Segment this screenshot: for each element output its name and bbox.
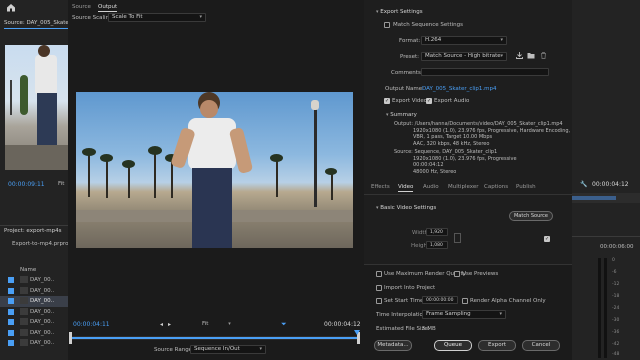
- source-timecode[interactable]: 00:00:09:11: [8, 181, 45, 188]
- match-source-dimensions-checkbox[interactable]: [544, 236, 550, 242]
- set-start-timecode-checkbox[interactable]: [376, 298, 382, 304]
- project-panel-title[interactable]: Project: export-mp4s: [4, 228, 61, 234]
- export-audio-checkbox[interactable]: [426, 98, 432, 104]
- summary-source: Source: Sequence, DAY_005_Skater_clip1 1…: [394, 149, 517, 175]
- preset-select[interactable]: Match Source - High bitrate ▾: [421, 52, 507, 61]
- mark-out-icon[interactable]: ▸: [168, 321, 171, 328]
- tab-captions[interactable]: Captions: [484, 184, 508, 190]
- time-interpolation-select[interactable]: Frame Sampling ▾: [422, 310, 506, 319]
- format-select[interactable]: H.264 ▾: [421, 36, 507, 45]
- source-fit-select[interactable]: Fit: [58, 181, 64, 187]
- render-alpha-checkbox[interactable]: [462, 298, 468, 304]
- source-monitor-tab[interactable]: Source: DAY_005_Skater_cl: [4, 20, 68, 26]
- chevron-down-icon: ▾: [500, 37, 503, 43]
- mark-in-icon[interactable]: ◂: [160, 321, 163, 328]
- tab-audio[interactable]: Audio: [423, 184, 439, 190]
- chevron-down-icon: ▾: [228, 321, 231, 327]
- export-button[interactable]: Export: [478, 340, 516, 351]
- chevron-down-icon: ▾: [500, 53, 503, 59]
- export-settings-header[interactable]: ▾ Export Settings: [376, 9, 423, 15]
- height-field[interactable]: 1,080: [426, 241, 448, 249]
- source-range-label: Source Range:: [154, 347, 194, 353]
- settings-marker-icon[interactable]: ⏷: [281, 320, 287, 329]
- export-video-checkbox[interactable]: [384, 98, 390, 104]
- match-sequence-checkbox[interactable]: [384, 22, 390, 28]
- list-item[interactable]: DAY_00..: [0, 338, 68, 349]
- summary-output: Output: /Users/hanna/Documents/video/DAY…: [394, 121, 571, 147]
- tab-source[interactable]: Source: [72, 4, 91, 10]
- chevron-down-icon: ▾: [199, 14, 202, 20]
- tab-underline: [4, 28, 68, 29]
- start-timecode-field[interactable]: 00:00:00:00: [422, 296, 458, 304]
- comments-field[interactable]: [421, 68, 549, 76]
- link-dimensions-icon[interactable]: [454, 233, 461, 243]
- list-item[interactable]: DAY_00..: [0, 286, 68, 297]
- estimated-file-size-value: 5 MB: [422, 326, 436, 332]
- import-into-project-checkbox[interactable]: [376, 285, 382, 291]
- tab-multiplexer[interactable]: Multiplexer: [448, 184, 478, 190]
- width-field[interactable]: 1,920: [426, 228, 448, 236]
- name-column-header[interactable]: Name: [20, 267, 36, 273]
- source-monitor-image: [5, 45, 68, 170]
- program-timecode[interactable]: 00:00:04:12: [592, 181, 629, 188]
- use-previews-checkbox[interactable]: [454, 271, 460, 277]
- summary-header[interactable]: ▾ Summary: [386, 112, 417, 118]
- match-source-button[interactable]: Match Source: [509, 211, 553, 221]
- player-fit-select[interactable]: Fit ▾: [202, 321, 231, 327]
- audio-meter: 0 -6 -12 -18 -24 -30 -36 -42 -48: [596, 258, 640, 358]
- export-settings-dialog: Source Output Source Scaling: Scale To F…: [68, 0, 572, 360]
- tab-video[interactable]: Video: [398, 184, 413, 192]
- tab-publish[interactable]: Publish: [516, 184, 536, 190]
- app-right-panel: 00:00:04:12 🔧 00:00:06:00 0 -6 -12 -18 -…: [572, 0, 640, 360]
- queue-button[interactable]: Queue: [434, 340, 472, 351]
- export-video-label: Export Video: [392, 98, 428, 104]
- project-file-name: Export-to-mp4.prproj: [12, 241, 70, 247]
- footer-options: Use Maximum Render Quality Use Previews …: [364, 264, 572, 360]
- chevron-down-icon: ▾: [376, 9, 379, 15]
- delete-preset-icon[interactable]: [540, 52, 547, 59]
- tab-effects[interactable]: Effects: [371, 184, 390, 190]
- match-sequence-label: Match Sequence Settings: [393, 22, 463, 28]
- format-label: Format:: [399, 38, 421, 44]
- render-alpha-label: Render Alpha Channel Only: [470, 298, 546, 304]
- tab-output[interactable]: Output: [98, 4, 117, 12]
- output-name-link[interactable]: DAY_005_Skater_clip1.mp4: [422, 86, 497, 92]
- timeline-time-ruler: 00:00:06:00: [600, 244, 634, 250]
- app-left-panel: Source: DAY_005_Skater_cl 00:00:09:11 Fi…: [0, 0, 70, 360]
- time-interpolation-label: Time Interpolation:: [376, 312, 429, 318]
- cancel-button[interactable]: Cancel: [522, 340, 560, 351]
- basic-video-settings-header[interactable]: ▾ Basic Video Settings: [376, 205, 436, 211]
- max-render-quality-checkbox[interactable]: [376, 271, 382, 277]
- list-item[interactable]: DAY_00..: [0, 275, 68, 286]
- playhead-scrubber[interactable]: [69, 330, 360, 344]
- metadata-button[interactable]: Metadata...: [374, 340, 412, 351]
- chevron-down-icon: ▾: [499, 311, 502, 317]
- preset-label: Preset:: [400, 54, 420, 60]
- chevron-down-icon: ▾: [259, 346, 262, 352]
- output-name-label: Output Name:: [385, 86, 424, 92]
- comments-label: Comments:: [391, 70, 423, 76]
- use-previews-label: Use Previews: [462, 271, 499, 277]
- chevron-down-icon: ▾: [386, 112, 389, 118]
- player-timecode-end: 00:00:04:12: [324, 321, 361, 328]
- wrench-icon[interactable]: 🔧: [580, 181, 587, 188]
- import-into-project-label: Import Into Project: [384, 285, 436, 291]
- import-preset-icon[interactable]: [527, 52, 535, 59]
- list-item[interactable]: DAY_00..: [0, 296, 68, 307]
- home-icon[interactable]: [6, 3, 18, 13]
- output-preview-frame: [76, 92, 353, 248]
- list-item[interactable]: DAY_00..: [0, 328, 68, 339]
- save-preset-icon[interactable]: [516, 52, 523, 59]
- source-scaling-select[interactable]: Scale To Fit ▾: [108, 13, 206, 22]
- list-item[interactable]: DAY_00..: [0, 317, 68, 328]
- export-audio-label: Export Audio: [434, 98, 470, 104]
- player-timecode-current[interactable]: 00:00:04:11: [73, 321, 110, 328]
- list-item[interactable]: DAY_00..: [0, 307, 68, 318]
- chevron-down-icon: ▾: [376, 205, 379, 211]
- project-items-list: DAY_00.. DAY_00.. DAY_00.. DAY_00.. DAY_…: [0, 275, 68, 349]
- settings-sub-tabs: Effects Video Audio Multiplexer Captions…: [364, 183, 572, 193]
- source-range-select[interactable]: Sequence In/Out ▾: [190, 345, 266, 354]
